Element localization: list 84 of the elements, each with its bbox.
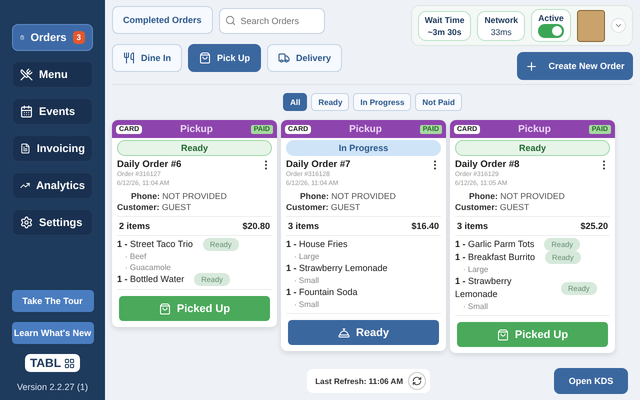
phone-text: Phone: NOT PROVIDED (299, 191, 397, 202)
item-modifier: · Small (462, 301, 489, 312)
open-kds-button[interactable]: Open KDS (554, 368, 628, 394)
nav-item[interactable]: Orders 3 (12, 24, 93, 51)
item-text: 1 - Strawberry Lemonade (286, 262, 388, 275)
search-field[interactable]: Search Orders (218, 8, 325, 34)
completed-orders-button[interactable]: Completed Orders (112, 6, 213, 34)
crossed-utensils-icon (20, 68, 33, 81)
create-order-button[interactable]: Create New Order (517, 52, 633, 80)
status-pill: In Progress (286, 140, 441, 156)
fork-knife-icon (123, 52, 135, 64)
active-toggle[interactable] (538, 24, 564, 38)
bag-icon (496, 328, 509, 340)
item-text: 1 - Breakfast Burrito (455, 251, 536, 264)
item-text: 1 - Bottled Water (117, 273, 184, 286)
item-modifier: · Large (462, 264, 490, 275)
search-icon (224, 14, 236, 26)
sidebar-button[interactable]: Take The Tour (12, 290, 94, 312)
status-pill: Ready (117, 140, 272, 156)
item-count: 3 items (457, 221, 488, 231)
bag-icon (158, 302, 171, 314)
item-text: 1 - Strawberry Lemonade (455, 275, 513, 301)
truck-icon (278, 52, 290, 64)
count-badge: 3 (72, 31, 85, 44)
settings-icon (20, 216, 33, 229)
filter-chip[interactable]: All (283, 93, 308, 111)
tabl-logo: TABL (24, 354, 80, 372)
cloche-icon (338, 326, 350, 338)
nav-item[interactable]: Events (12, 98, 93, 125)
item-modifier: · Small (293, 275, 320, 286)
refresh-button[interactable] (408, 372, 426, 390)
item-modifier: · Guacamole (124, 262, 172, 273)
item-count: 2 items (119, 221, 150, 231)
customer-text: Customer: GUEST (117, 202, 192, 213)
chevron-down-icon (614, 21, 623, 30)
stat-label: Network (484, 14, 518, 24)
document-icon (20, 142, 31, 155)
order-total: $20.80 (242, 221, 270, 231)
item-text: 1 - Garlic Parm Tots (455, 238, 534, 251)
stat-label: Wait Time (424, 14, 464, 24)
phone-text: Phone: NOT PROVIDED (130, 191, 228, 202)
grid-icon (64, 358, 76, 368)
stat-label: Active (538, 13, 564, 23)
item-text: 1 - Fountain Soda (286, 286, 358, 299)
filter-chip[interactable]: Not Paid (415, 93, 462, 111)
sidebar-button[interactable]: Learn What's New (12, 322, 94, 344)
phone-text: Phone: NOT PROVIDED (468, 191, 566, 202)
order-total: $16.40 (411, 221, 439, 231)
order-type-label: Pickup (180, 124, 213, 134)
status-pill: Ready (455, 140, 610, 156)
order-title: Daily Order #8 (455, 159, 520, 170)
item-modifier: · Beef (124, 251, 148, 262)
item-modifier: · Small (293, 299, 320, 310)
refresh-icon (412, 376, 422, 386)
nav-item[interactable]: Menu (12, 61, 93, 88)
order-type-label: Pickup (518, 124, 551, 134)
action-button[interactable]: Ready (288, 320, 439, 345)
dropdown-button[interactable] (611, 18, 626, 33)
filter-chip[interactable]: In Progress (353, 93, 412, 111)
nav-item[interactable]: Settings (12, 209, 93, 236)
order-type-label: Pickup (349, 124, 382, 134)
version-text: Version 2.2.27 (1) (16, 382, 88, 392)
order-type-tab[interactable]: Pick Up (188, 44, 262, 72)
item-text: 1 - House Fries (286, 238, 348, 251)
item-text: 1 - Street Taco Trio (117, 238, 193, 251)
last-refresh-text: Last Refresh: 11:06 AM (315, 376, 403, 386)
item-count: 3 items (288, 221, 320, 231)
nav-item[interactable]: Invoicing (12, 135, 93, 162)
order-type-tab[interactable]: Delivery (267, 44, 342, 72)
stat-value: 33ms (490, 26, 512, 36)
order-total: $25.20 (580, 221, 608, 231)
bag-icon (199, 52, 212, 64)
plus-icon (525, 60, 538, 72)
customer-text: Customer: GUEST (286, 202, 362, 213)
item-modifier: · Large (293, 251, 320, 262)
customer-text: Customer: GUEST (455, 202, 530, 213)
filter-chip[interactable]: Ready (311, 93, 350, 111)
logo-placeholder (577, 10, 605, 42)
nav-item[interactable]: Analytics (12, 172, 93, 199)
order-title: Daily Order #7 (286, 159, 350, 170)
order-type-tab[interactable]: Dine In (112, 44, 182, 72)
order-title: Daily Order #6 (117, 159, 182, 170)
calendar-icon (20, 105, 33, 118)
stat-value: ~3m 30s (428, 26, 462, 36)
